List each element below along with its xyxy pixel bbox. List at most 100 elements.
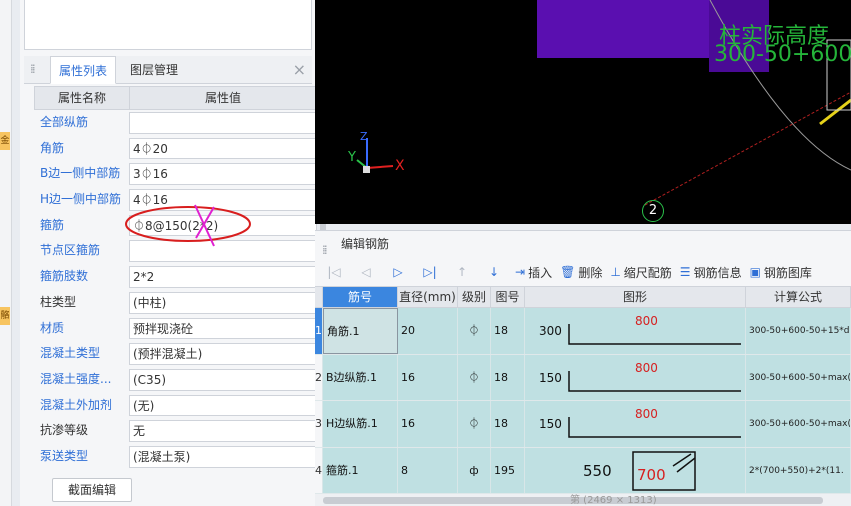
property-name: 箍筋 [40, 217, 65, 232]
diameter-cell[interactable]: 16 [398, 354, 458, 400]
grade-cell[interactable]: ⏀ [458, 401, 491, 447]
header-figure-number[interactable]: 图号 [491, 287, 525, 307]
app-window: 金 骼 ⁞⁞ 属性列表 图层管理 × 属性名称 属性值 全部纵筋 角筋 4⏀20 B边… [0, 0, 851, 506]
shape-left-dimension[interactable]: 150 [539, 401, 562, 447]
scale-rebar-label: 缩尺配筋 [623, 265, 672, 280]
property-value-field[interactable]: (无) [129, 394, 317, 417]
shape-top-dimension[interactable]: 700 [637, 467, 666, 482]
delete-button[interactable]: 🗑 删除 [560, 264, 602, 281]
next-record-icon[interactable]: ▷ [387, 262, 409, 282]
property-row[interactable]: 泵送类型 (混凝土泵) [34, 444, 317, 470]
shape-cell[interactable]: 300 800 [525, 308, 746, 354]
rebar-info-button[interactable]: ☰ 钢筋信息 [680, 264, 742, 281]
prev-record-icon[interactable]: ◁ [355, 262, 377, 282]
diameter-cell[interactable]: 20 [398, 308, 458, 354]
figure-number-cell[interactable]: 18 [491, 354, 525, 400]
property-row[interactable]: 箍筋肢数 2*2 [34, 264, 317, 290]
shape-top-dimension[interactable]: 800 [635, 407, 658, 421]
scale-rebar-button[interactable]: ⊥ 缩尺配筋 [610, 264, 671, 281]
diameter-cell[interactable]: 16 [398, 401, 458, 447]
horizontal-scrollbar[interactable]: 第 (2469 × 1313) [315, 494, 851, 506]
property-value-field[interactable]: 4⏀16 [129, 189, 317, 211]
rebar-row[interactable]: 1 角筋.1 20 ⏀ 18 300 800 300-50+600-50+15*d [315, 308, 851, 355]
move-up-icon[interactable]: ↑ [451, 262, 473, 282]
property-value-field[interactable]: (C35) [129, 368, 317, 391]
shape-top-dimension[interactable]: 800 [635, 361, 658, 375]
formula-cell[interactable]: 300-50+600-50+15*d [746, 308, 851, 354]
strip-tag-1[interactable]: 金 [0, 132, 10, 150]
row-index[interactable]: 4 [315, 447, 323, 493]
header-formula[interactable]: 计算公式 [746, 287, 851, 307]
shape-left-dimension[interactable]: 150 [539, 355, 562, 401]
insert-button[interactable]: ⇥ 插入 [515, 264, 552, 281]
property-row[interactable]: 抗渗等级 无 [34, 418, 317, 444]
formula-cell[interactable]: 300-50+600-50+max( [746, 401, 851, 447]
property-row[interactable]: 混凝土类型 (预拌混凝土) [34, 341, 317, 367]
rebar-library-button[interactable]: ▣ 钢筋图库 [750, 264, 812, 281]
property-value-field[interactable] [129, 240, 317, 263]
rebar-row[interactable]: 4 箍筋.1 8 ф 195 550 700 2*(700+550)+2*(11. [315, 447, 851, 494]
header-diameter[interactable]: 直径(mm) [398, 287, 458, 307]
header-shape[interactable]: 图形 [525, 287, 746, 307]
property-value-field[interactable]: (中柱) [129, 291, 317, 314]
property-value-field[interactable]: 3⏀16 [129, 163, 317, 186]
property-row[interactable]: 材质 预拌现浇砼 [34, 316, 317, 342]
grade-cell[interactable]: ⏀ [458, 308, 491, 354]
tab-property-list[interactable]: 属性列表 [50, 56, 117, 84]
drag-grip-icon[interactable]: ⁞⁞ [30, 62, 35, 76]
grid-marker[interactable]: 2 [642, 200, 664, 222]
property-value-field[interactable]: (预拌混凝土) [129, 343, 317, 365]
property-row[interactable]: B边一侧中部筋 3⏀16 [34, 161, 317, 187]
header-bar-number[interactable]: 筋号 [323, 287, 398, 307]
property-row[interactable]: 箍筋 ⏀8@150(2*2) [34, 213, 317, 239]
property-row[interactable]: H边一侧中部筋 4⏀16 [34, 187, 317, 213]
property-value-field[interactable]: (混凝土泵) [129, 445, 317, 468]
property-value-field[interactable]: 4⏀20 [129, 137, 317, 160]
canvas-size-label: 第 (2469 × 1313) [570, 495, 657, 506]
tab-layer-manager[interactable]: 图层管理 [122, 56, 186, 84]
move-down-icon[interactable]: ↓ [483, 262, 505, 282]
property-row[interactable]: 柱类型 (中柱) [34, 290, 317, 316]
header-grade[interactable]: 级别 [458, 287, 491, 307]
shape-cell[interactable]: 550 700 [525, 447, 746, 494]
strip-tag-2[interactable]: 骼 [0, 307, 10, 325]
bar-number-cell[interactable]: 角筋.1 [323, 308, 398, 354]
bar-number-cell[interactable]: B边纵筋.1 [323, 354, 398, 400]
shape-top-dimension[interactable]: 800 [635, 314, 658, 328]
property-row[interactable]: 全部纵筋 [34, 110, 317, 136]
diameter-cell[interactable]: 8 [398, 447, 458, 493]
shape-left-dimension[interactable]: 550 [583, 448, 612, 494]
property-value-field[interactable]: 预拌现浇砼 [129, 317, 317, 340]
3d-viewport[interactable]: 柱实际高度 300-50+600 X Y Z 2 [315, 0, 851, 224]
property-value-field[interactable] [129, 112, 317, 134]
property-value-field[interactable]: 2*2 [129, 266, 317, 288]
first-record-icon[interactable]: |◁ [323, 262, 345, 282]
property-row[interactable]: 节点区箍筋 [34, 238, 317, 264]
rebar-row[interactable]: 2 B边纵筋.1 16 ⏀ 18 150 800 300-50+600-50+max( [315, 354, 851, 401]
figure-number-cell[interactable]: 18 [491, 308, 525, 354]
formula-cell[interactable]: 2*(700+550)+2*(11. [746, 447, 851, 493]
shape-left-dimension[interactable]: 300 [539, 308, 562, 354]
property-value-field[interactable]: ⏀8@150(2*2) [129, 214, 317, 237]
row-index[interactable]: 1 [315, 308, 323, 354]
close-icon[interactable]: × [293, 60, 306, 79]
section-edit-button[interactable]: 截面编辑 [52, 478, 132, 502]
shape-cell[interactable]: 150 800 [525, 354, 746, 401]
row-index[interactable]: 2 [315, 354, 323, 400]
row-index[interactable]: 3 [315, 401, 323, 447]
grade-cell[interactable]: ⏀ [458, 354, 491, 400]
grade-cell[interactable]: ф [458, 447, 491, 493]
shape-cell[interactable]: 150 800 [525, 401, 746, 447]
property-row[interactable]: 混凝土外加剂 (无) [34, 393, 317, 419]
formula-cell[interactable]: 300-50+600-50+max( [746, 354, 851, 400]
property-row[interactable]: 混凝土强度... (C35) [34, 367, 317, 393]
property-value-field[interactable]: 无 [129, 420, 317, 442]
rebar-row[interactable]: 3 H边纵筋.1 16 ⏀ 18 150 800 300-50+600-50+max( [315, 401, 851, 448]
bar-number-cell[interactable]: 箍筋.1 [323, 447, 398, 493]
property-row[interactable]: 角筋 4⏀20 [34, 136, 317, 162]
last-record-icon[interactable]: ▷| [419, 262, 441, 282]
figure-number-cell[interactable]: 18 [491, 401, 525, 447]
axis-z-label: Z [360, 130, 368, 143]
bar-number-cell[interactable]: H边纵筋.1 [323, 401, 398, 447]
figure-number-cell[interactable]: 195 [491, 447, 525, 493]
